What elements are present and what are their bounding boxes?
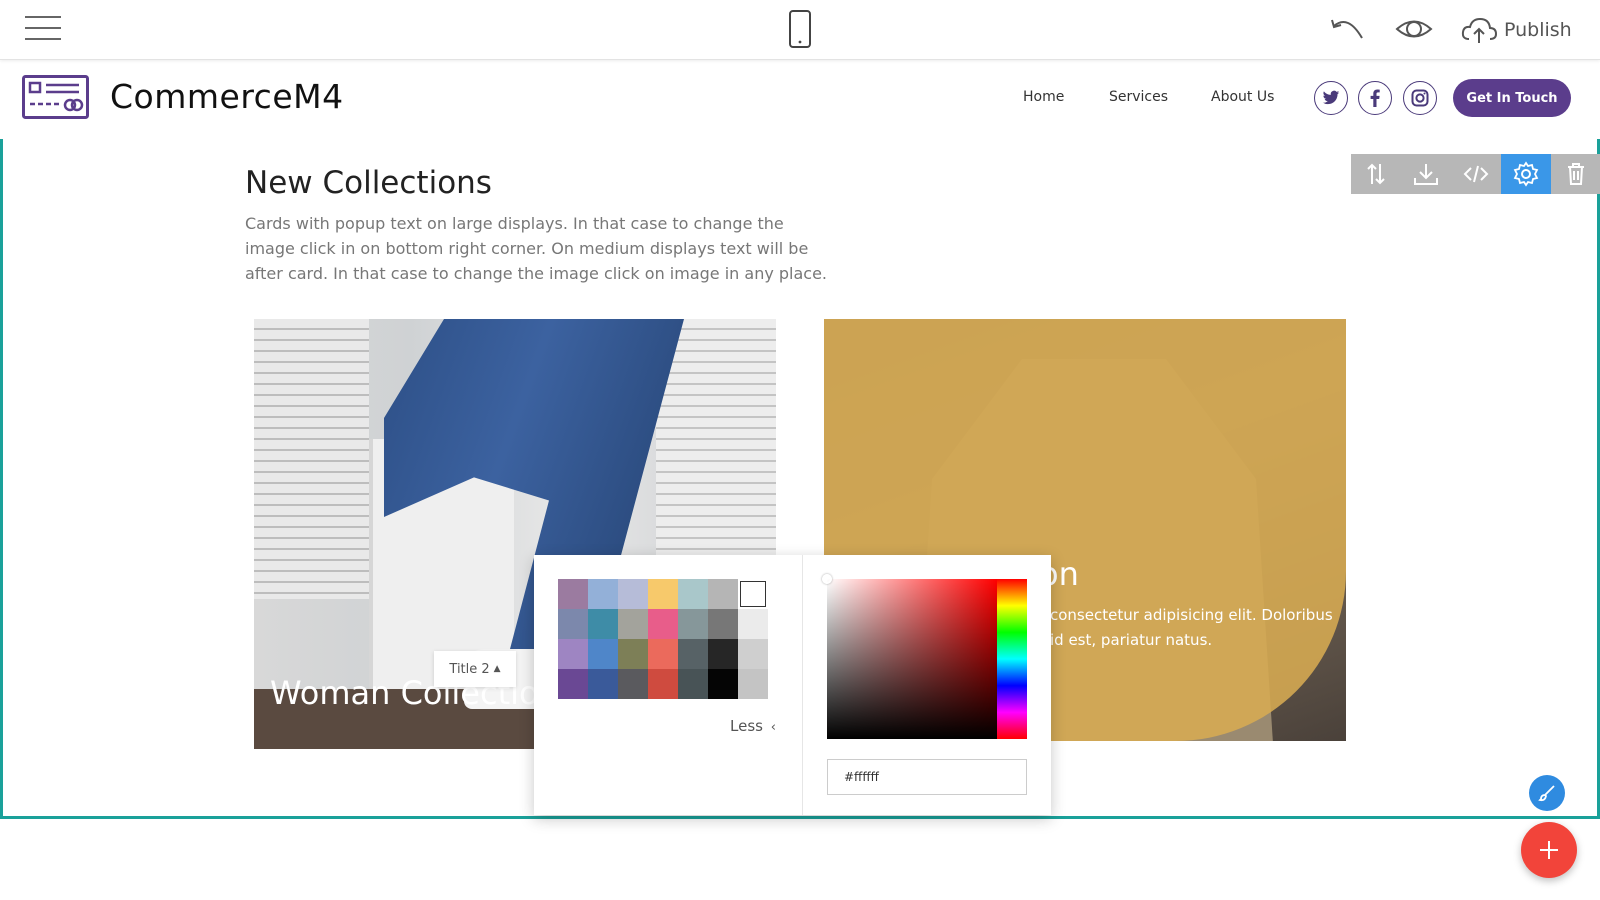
nav-services[interactable]: Services (1109, 89, 1168, 105)
color-swatch[interactable] (708, 609, 738, 639)
editor-toolbar: Publish (0, 0, 1600, 60)
publish-button[interactable]: Publish (1460, 10, 1572, 50)
logo-icon (22, 75, 89, 119)
chevron-left-icon: ‹ (770, 720, 776, 735)
phone-icon[interactable] (788, 10, 812, 48)
paint-brush-icon[interactable] (1529, 775, 1565, 811)
color-swatch[interactable] (678, 609, 708, 639)
undo-icon[interactable] (1328, 12, 1368, 46)
cloud-upload-icon (1461, 17, 1498, 43)
color-swatch[interactable] (708, 579, 738, 609)
get-in-touch-button[interactable]: Get In Touch (1453, 79, 1571, 117)
color-swatch[interactable] (648, 579, 678, 609)
plus-icon[interactable] (1521, 822, 1577, 878)
color-swatch[interactable] (558, 669, 588, 699)
less-label: Less (730, 717, 763, 735)
color-swatch[interactable] (738, 579, 768, 609)
card-text[interactable]: consectetur adipisicing elit. Doloribus … (1050, 603, 1340, 653)
picker-divider (802, 555, 803, 815)
color-swatch[interactable] (738, 639, 768, 669)
gear-icon[interactable] (1501, 154, 1551, 194)
trash-icon[interactable] (1551, 154, 1600, 194)
publish-label: Publish (1504, 19, 1572, 41)
color-swatch[interactable] (618, 579, 648, 609)
caret-up-icon: ▲ (493, 664, 501, 674)
hex-color-input[interactable] (827, 759, 1027, 795)
code-icon[interactable] (1451, 154, 1501, 194)
download-icon[interactable] (1401, 154, 1451, 194)
color-swatch[interactable] (588, 609, 618, 639)
color-swatch[interactable] (588, 669, 618, 699)
color-swatch[interactable] (588, 579, 618, 609)
facebook-icon[interactable] (1358, 81, 1392, 115)
instagram-icon[interactable] (1403, 81, 1437, 115)
color-swatch[interactable] (678, 579, 708, 609)
color-swatch[interactable] (558, 609, 588, 639)
card-image-blinds (254, 319, 369, 599)
color-handle[interactable] (822, 574, 832, 584)
saturation-value-area[interactable] (827, 579, 997, 739)
brand-name[interactable]: CommerceM4 (110, 77, 344, 116)
hue-slider[interactable] (997, 579, 1027, 739)
section-title[interactable]: New Collections (245, 165, 492, 201)
title-style-dropdown[interactable]: Title 2 ▲ (434, 651, 516, 687)
color-swatch[interactable] (648, 639, 678, 669)
site-header: CommerceM4 Home Services About Us Get In… (0, 61, 1600, 139)
less-button[interactable]: Less ‹ (730, 717, 776, 735)
card-image-blinds-right (656, 319, 776, 579)
section-description[interactable]: Cards with popup text on large displays.… (245, 211, 835, 286)
twitter-icon[interactable] (1314, 81, 1348, 115)
color-swatch[interactable] (588, 639, 618, 669)
color-swatch-grid (558, 579, 768, 699)
eye-icon[interactable] (1394, 12, 1434, 46)
color-swatch[interactable] (708, 639, 738, 669)
menu-icon[interactable] (25, 14, 61, 42)
title-style-label: Title 2 (449, 661, 490, 677)
nav-about-us[interactable]: About Us (1211, 89, 1274, 105)
color-swatch[interactable] (648, 669, 678, 699)
color-swatch[interactable] (618, 609, 648, 639)
color-picker-popup: Less ‹ (534, 555, 1051, 815)
color-swatch[interactable] (618, 669, 648, 699)
section-toolbar (1351, 154, 1600, 194)
color-swatch[interactable] (738, 609, 768, 639)
color-swatch[interactable] (678, 669, 708, 699)
color-swatch[interactable] (708, 669, 738, 699)
color-swatch[interactable] (648, 609, 678, 639)
color-swatch[interactable] (558, 639, 588, 669)
color-swatch[interactable] (618, 639, 648, 669)
color-swatch[interactable] (678, 639, 708, 669)
color-swatch[interactable] (558, 579, 588, 609)
color-swatch[interactable] (738, 669, 768, 699)
reorder-icon[interactable] (1351, 154, 1401, 194)
nav-home[interactable]: Home (1023, 89, 1064, 105)
